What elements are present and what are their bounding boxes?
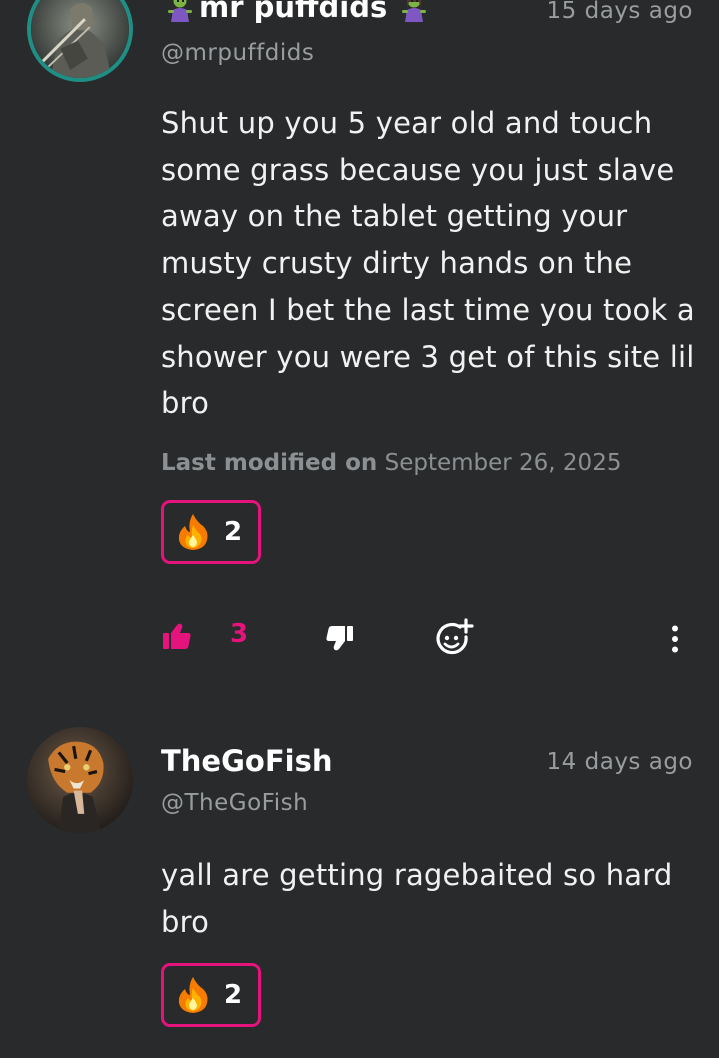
- fire-icon: [178, 977, 208, 1013]
- zombie-icon: [399, 0, 429, 22]
- reaction-badge[interactable]: 2: [161, 963, 261, 1027]
- comment-timestamp: 14 days ago: [546, 749, 693, 775]
- author-name-row: TheGoFish: [161, 744, 332, 778]
- last-modified: Last modified on September 26, 2025: [161, 450, 621, 476]
- user-avatar[interactable]: [27, 0, 133, 82]
- comment-body: yall are getting ragebaited so hard bro: [161, 858, 673, 939]
- author-handle[interactable]: @mrpuffdids: [161, 40, 314, 66]
- last-modified-label: Last modified on: [161, 450, 378, 476]
- thumbs-down-icon: [326, 626, 353, 651]
- author-name-row: mr puffdids: [161, 0, 433, 24]
- author-handle[interactable]: @TheGoFish: [161, 790, 308, 816]
- last-modified-date: September 26, 2025: [384, 450, 622, 476]
- tiger-avatar-icon: [27, 727, 133, 833]
- comment-item: TheGoFish 14 days ago @TheGoFish yall ar…: [0, 700, 719, 1058]
- like-count: 3: [230, 619, 249, 649]
- comment-actions: 3: [0, 614, 719, 664]
- comment-item: mr puffdids 15 days ago @mrpuffdids Shut…: [0, 0, 719, 700]
- reaction-count: 2: [224, 980, 243, 1010]
- dislike-button[interactable]: [326, 626, 354, 652]
- reaction-badge[interactable]: 2: [161, 500, 261, 564]
- like-button[interactable]: 3: [162, 619, 249, 650]
- comment-timestamp: 15 days ago: [546, 0, 693, 24]
- fire-icon: [178, 514, 208, 550]
- add-reaction-button[interactable]: [434, 618, 474, 658]
- thumbs-up-icon: [163, 623, 191, 649]
- more-options-button[interactable]: [670, 625, 680, 653]
- more-vertical-icon: [672, 625, 678, 653]
- add-emoji-icon: [436, 618, 474, 655]
- reaction-count: 2: [224, 517, 243, 547]
- author-name[interactable]: TheGoFish: [161, 744, 332, 778]
- zombie-icon: [165, 0, 195, 22]
- warrior-avatar-icon: [31, 0, 129, 78]
- comment-body: Shut up you 5 year old and touch some gr…: [161, 106, 695, 421]
- author-name[interactable]: mr puffdids: [199, 0, 387, 24]
- user-avatar[interactable]: [27, 727, 133, 833]
